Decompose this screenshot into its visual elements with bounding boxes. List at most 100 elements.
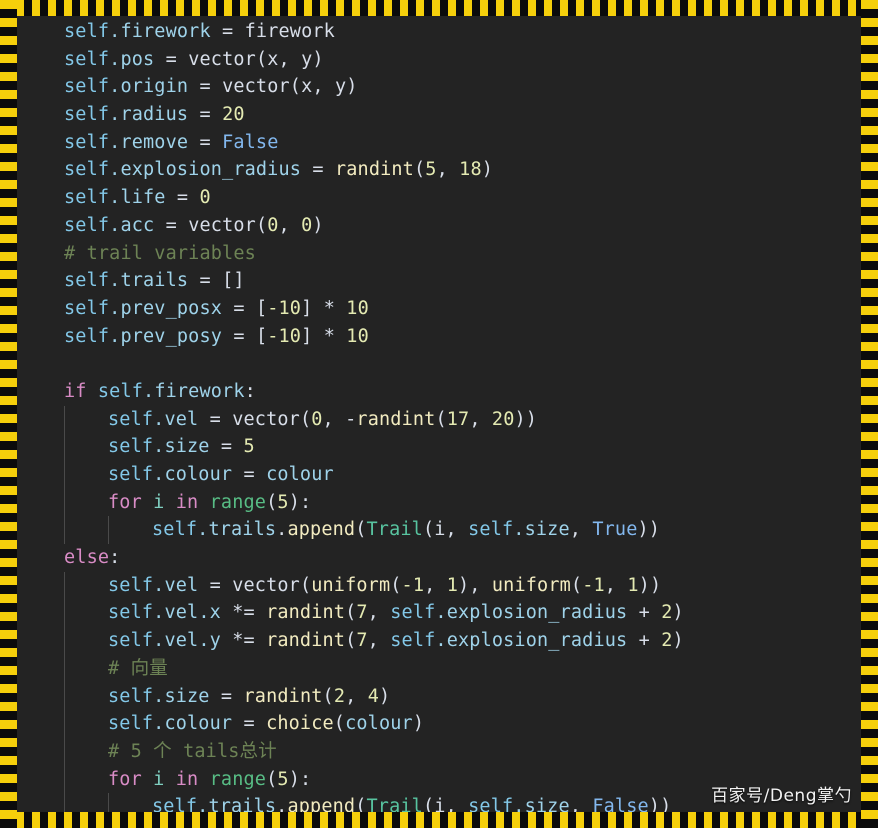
code-line[interactable]: else: bbox=[17, 544, 861, 572]
code-token-punct: ( bbox=[422, 796, 435, 812]
code-editor-surface[interactable]: self.firework = firework self.pos = vecto… bbox=[17, 16, 861, 812]
code-token-op: = bbox=[233, 297, 245, 319]
code-line-text: for i in range(5): bbox=[64, 492, 311, 513]
code-line[interactable]: self.radius = 20 bbox=[17, 101, 861, 129]
code-line[interactable]: self.origin = vector(x, y) bbox=[17, 73, 861, 101]
code-token-bool: True bbox=[592, 519, 638, 541]
code-token-num: 5 bbox=[243, 436, 255, 458]
code-line[interactable]: self.colour = choice(colour) bbox=[17, 710, 861, 738]
code-token-punct: ( bbox=[345, 602, 357, 624]
code-line[interactable]: self.vel.x *= randint(7, self.explosion_… bbox=[17, 599, 861, 628]
code-line[interactable]: self.trails = [] bbox=[17, 267, 861, 295]
code-line[interactable]: self.pos = vector(x, y) bbox=[17, 46, 861, 74]
code-line[interactable]: # 向量 bbox=[17, 654, 861, 683]
code-token-op: = bbox=[199, 131, 211, 153]
code-token-punct: ( bbox=[322, 685, 334, 707]
code-token-punct: )) bbox=[648, 796, 672, 812]
code-token-num: 7 bbox=[356, 602, 368, 624]
code-line[interactable]: self.explosion_radius = randint(5, 18) bbox=[17, 156, 861, 184]
code-line[interactable]: if self.firework: bbox=[17, 378, 861, 406]
code-token-self: self bbox=[64, 159, 110, 181]
code-token-punct: ) bbox=[672, 602, 684, 624]
code-line-text: if self.firework: bbox=[64, 381, 256, 402]
code-token-attr: .prev_posy bbox=[109, 325, 223, 347]
code-token-num: 5 bbox=[425, 159, 437, 181]
code-token-punct: ( bbox=[299, 408, 312, 430]
code-token-self: self bbox=[64, 21, 110, 42]
code-line[interactable]: self.remove = False bbox=[17, 129, 861, 157]
code-line[interactable]: self.vel = vector(0, -randint(17, 20)) bbox=[17, 405, 861, 434]
code-token-builtin: range bbox=[209, 768, 267, 790]
code-token-punct: [] bbox=[222, 270, 245, 292]
code-token-num: 5 bbox=[277, 768, 289, 790]
code-token-punct: . bbox=[276, 519, 288, 541]
code-token-attr: .size bbox=[513, 519, 570, 541]
code-token-punct: [ bbox=[255, 297, 268, 319]
code-token-kw: in bbox=[175, 491, 199, 513]
code-token-punct: ) bbox=[672, 630, 684, 652]
code-line[interactable]: # trail variables bbox=[17, 240, 861, 268]
code-token-num: 18 bbox=[459, 159, 482, 181]
code-line[interactable]: self.size = randint(2, 4) bbox=[17, 682, 861, 711]
code-token-fn: uniform bbox=[311, 574, 391, 596]
code-token-punct: ( bbox=[266, 768, 278, 790]
code-line[interactable]: self.vel.y *= randint(7, self.explosion_… bbox=[17, 627, 861, 655]
code-token-punct: ( bbox=[299, 574, 312, 596]
code-token-attr: .size bbox=[153, 685, 210, 707]
code-token-cls: Trail bbox=[366, 796, 423, 812]
code-token-op: = bbox=[209, 574, 221, 596]
code-line[interactable]: self.firework = firework bbox=[17, 18, 861, 46]
code-token-op: = bbox=[165, 48, 177, 70]
code-token-punct: ( bbox=[435, 408, 447, 430]
code-token-punct: , bbox=[569, 519, 582, 541]
code-line[interactable]: self.life = 0 bbox=[17, 184, 861, 212]
code-token-attr: .pos bbox=[109, 48, 155, 70]
code-line[interactable]: self.acc = vector(0, 0) bbox=[17, 212, 861, 240]
code-line-text: self.prev_posy = [-10] * 10 bbox=[64, 326, 369, 347]
code-token-attr: .colour bbox=[153, 464, 233, 485]
code-token-punct: ): bbox=[288, 768, 312, 790]
code-token-attr: .acc bbox=[109, 214, 155, 236]
code-token-punct: ] bbox=[301, 325, 313, 347]
code-line[interactable]: self.prev_posy = [-10] * 10 bbox=[17, 323, 861, 351]
code-token-self: self bbox=[108, 408, 154, 430]
code-line[interactable] bbox=[17, 350, 861, 378]
code-token-self: self bbox=[390, 602, 436, 624]
code-token-punct: , bbox=[367, 602, 379, 624]
code-line[interactable]: self.vel = vector(uniform(-1, 1), unifor… bbox=[17, 571, 861, 600]
code-token-attr: .vel bbox=[153, 602, 199, 624]
code-line[interactable]: self.colour = colour bbox=[17, 461, 861, 489]
code-line[interactable]: # 5 个 tails总计 bbox=[17, 737, 861, 766]
code-token-attr: .trails bbox=[197, 796, 277, 812]
code-line[interactable]: self.trails.append(Trail(i, self.size, T… bbox=[17, 516, 861, 545]
code-lines-container[interactable]: self.firework = firework self.pos = vecto… bbox=[17, 16, 861, 812]
code-token-num: 5 bbox=[277, 491, 289, 513]
code-token-punct: )) bbox=[514, 408, 538, 430]
code-line[interactable]: for i in range(5): bbox=[17, 488, 861, 517]
code-token-self: self bbox=[108, 630, 154, 652]
code-token-self: self bbox=[64, 131, 110, 153]
code-line-text: self.vel.y *= randint(7, self.explosion_… bbox=[64, 630, 684, 651]
code-token-plain: vector bbox=[232, 408, 300, 430]
code-line[interactable]: self.size = 5 bbox=[17, 433, 861, 461]
code-line[interactable]: self.prev_posx = [-10] * 10 bbox=[17, 295, 861, 323]
